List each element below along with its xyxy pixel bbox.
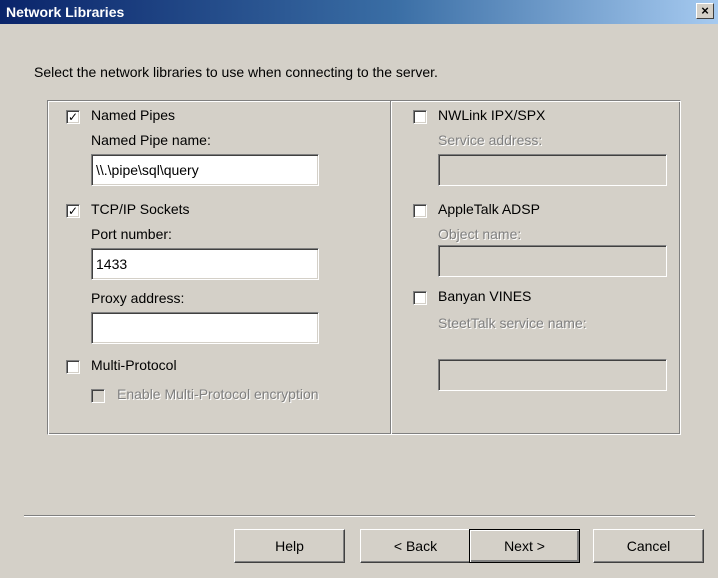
checkmark-icon: ✓ bbox=[67, 110, 79, 124]
named-pipe-name-label: Named Pipe name: bbox=[91, 132, 211, 148]
named-pipe-name-input[interactable]: \\.\pipe\sql\query bbox=[91, 154, 319, 186]
multiprotocol-label: Multi-Protocol bbox=[91, 357, 177, 373]
proxy-address-input[interactable] bbox=[91, 312, 319, 344]
appletalk-label: AppleTalk ADSP bbox=[438, 201, 540, 217]
port-number-label: Port number: bbox=[91, 226, 172, 242]
named-pipes-checkbox[interactable]: ✓ bbox=[66, 110, 80, 124]
nwlink-label: NWLink IPX/SPX bbox=[438, 107, 546, 123]
tcpip-label: TCP/IP Sockets bbox=[91, 201, 190, 217]
next-button[interactable]: Next > bbox=[469, 529, 580, 563]
streettalk-name-label: SteetTalk service name: bbox=[438, 315, 587, 331]
multiprotocol-encryption-label: Enable Multi-Protocol encryption bbox=[117, 386, 319, 402]
multiprotocol-checkbox[interactable] bbox=[66, 360, 80, 374]
port-number-input[interactable]: 1433 bbox=[91, 248, 319, 280]
cancel-button[interactable]: Cancel bbox=[593, 529, 704, 563]
banyan-checkbox[interactable] bbox=[413, 291, 427, 305]
title-bar: Network Libraries × bbox=[0, 0, 718, 24]
proxy-address-label: Proxy address: bbox=[91, 290, 185, 306]
intro-text: Select the network libraries to use when… bbox=[34, 64, 438, 80]
appletalk-checkbox[interactable] bbox=[413, 204, 427, 218]
help-button[interactable]: Help bbox=[234, 529, 345, 563]
service-address-label: Service address: bbox=[438, 132, 543, 148]
multiprotocol-encryption-checkbox bbox=[91, 389, 105, 403]
service-address-input bbox=[438, 154, 667, 186]
back-button[interactable]: < Back bbox=[360, 529, 471, 563]
object-name-input bbox=[438, 245, 667, 277]
group-divider bbox=[390, 101, 392, 434]
named-pipes-label: Named Pipes bbox=[91, 107, 176, 123]
checkmark-icon: ✓ bbox=[67, 204, 79, 218]
object-name-label: Object name: bbox=[438, 226, 522, 242]
nwlink-checkbox[interactable] bbox=[413, 110, 427, 124]
button-separator bbox=[24, 515, 695, 517]
window-title: Network Libraries bbox=[6, 4, 125, 20]
banyan-label: Banyan VINES bbox=[438, 288, 532, 304]
streettalk-name-input bbox=[438, 359, 667, 391]
close-button[interactable]: × bbox=[696, 3, 714, 19]
tcpip-checkbox[interactable]: ✓ bbox=[66, 204, 80, 218]
close-icon: × bbox=[701, 3, 709, 18]
